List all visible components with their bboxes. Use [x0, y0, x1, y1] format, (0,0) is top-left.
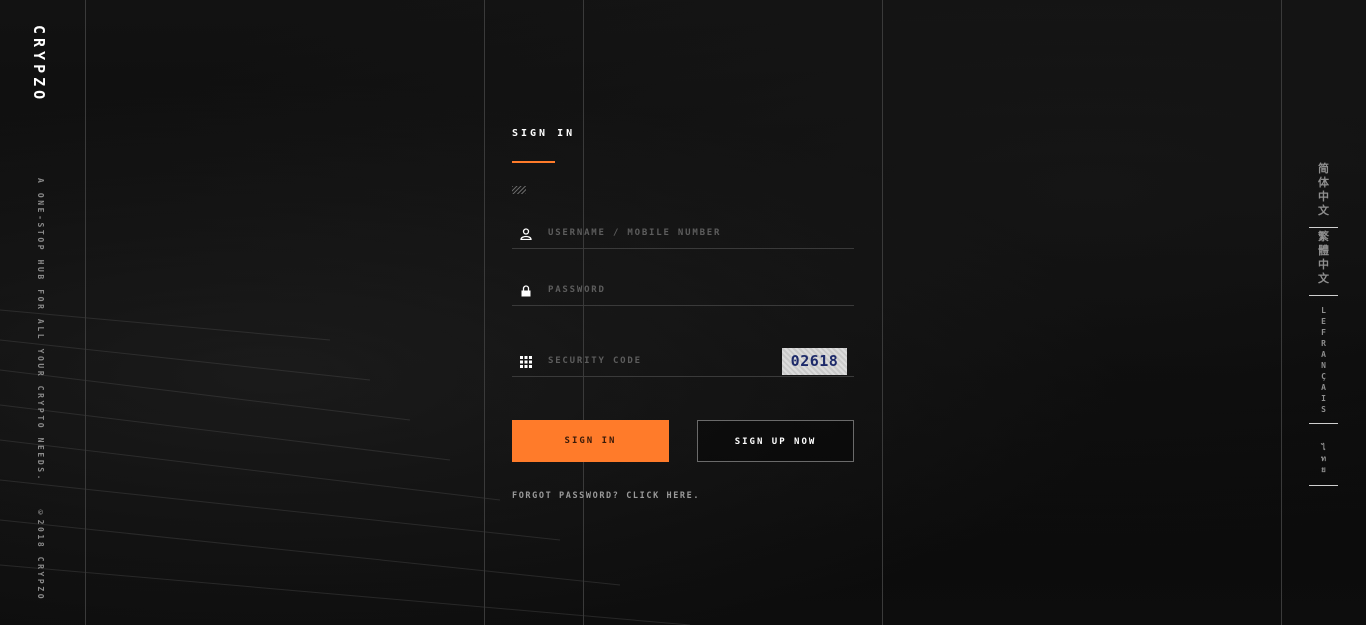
- language-selector: 简体中文 繁體中文 LE FRANÇAIS ไทย: [1309, 160, 1338, 486]
- sign-up-button[interactable]: SIGN UP NOW: [697, 420, 854, 462]
- lang-french[interactable]: LE FRANÇAIS: [1309, 296, 1338, 424]
- sign-in-button[interactable]: SIGN IN: [512, 420, 669, 462]
- password-placeholder: PASSWORD: [548, 285, 606, 295]
- page-title: SIGN IN: [512, 128, 576, 139]
- lock-icon: [521, 285, 531, 297]
- grid-icon: [520, 356, 532, 368]
- lang-simplified-chinese[interactable]: 简体中文: [1309, 160, 1338, 228]
- security-code-placeholder: SECURITY CODE: [548, 356, 642, 366]
- copyright: ©2018 CRYPZO: [36, 508, 45, 602]
- sign-in-form: SIGN IN USERNAME / MOBILE NUMBER PASSWOR…: [512, 120, 854, 501]
- grid-line-5: [1281, 0, 1282, 625]
- brand-tagline: A ONE-STOP HUB FOR ALL YOUR CRYPTO NEEDS…: [36, 178, 45, 483]
- captcha-image[interactable]: 02618: [782, 348, 847, 375]
- hatch-decoration: [512, 186, 526, 194]
- lang-traditional-chinese[interactable]: 繁體中文: [1309, 228, 1338, 296]
- user-icon: [520, 228, 532, 240]
- brand-logo[interactable]: CRYPZO: [30, 25, 48, 103]
- username-field[interactable]: USERNAME / MOBILE NUMBER: [512, 218, 854, 249]
- grid-line-4: [882, 0, 883, 625]
- button-row: SIGN IN SIGN UP NOW: [512, 420, 854, 462]
- username-placeholder: USERNAME / MOBILE NUMBER: [548, 228, 722, 238]
- lang-thai[interactable]: ไทย: [1309, 424, 1338, 486]
- security-code-field[interactable]: SECURITY CODE 02618: [512, 346, 854, 377]
- title-underline: [512, 161, 555, 163]
- password-field[interactable]: PASSWORD: [512, 275, 854, 306]
- forgot-password-link[interactable]: FORGOT PASSWORD? CLICK HERE.: [512, 491, 854, 501]
- grid-line-2: [484, 0, 485, 625]
- grid-line-1: [85, 0, 86, 625]
